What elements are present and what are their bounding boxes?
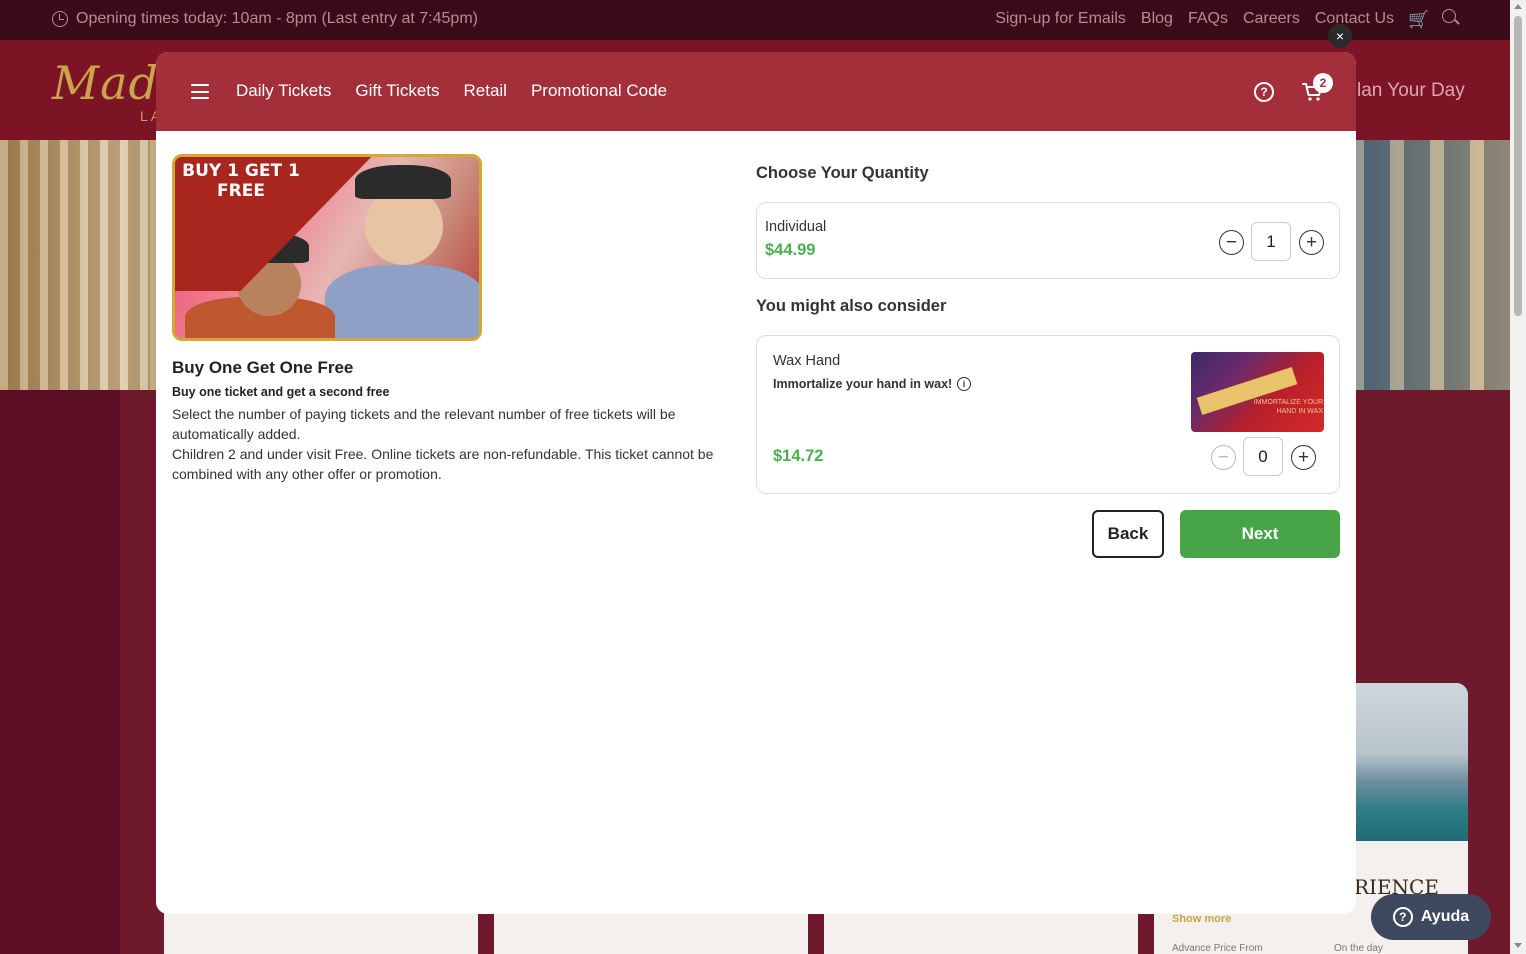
image-figure-suit (325, 265, 479, 338)
scroll-up-arrow-icon[interactable] (1514, 4, 1522, 9)
upsell-card-wax-hand: Wax Hand Immortalize your hand in wax! i… (756, 335, 1340, 494)
opening-hours-text: Opening times today: 10am - 8pm (Last en… (76, 10, 478, 27)
page-scrollbar[interactable] (1510, 0, 1526, 954)
offer-title: Buy One Get One Free (172, 358, 354, 377)
help-question-icon[interactable]: ? (1254, 82, 1274, 102)
upsell-description: Immortalize your hand in wax! (773, 377, 953, 391)
increment-upsell-button[interactable]: + (1291, 445, 1316, 470)
upsell-price: $14.72 (773, 447, 824, 465)
scroll-down-arrow-icon[interactable] (1514, 943, 1522, 948)
site-search-icon[interactable] (1442, 9, 1456, 23)
on-the-day-label: On the day (1334, 943, 1383, 954)
nav-plan-your-day[interactable]: lan Your Day (1357, 80, 1465, 102)
offer-image-text: BUY 1 GET 1 FREE (182, 161, 300, 201)
decrement-ticket-button[interactable]: − (1219, 230, 1244, 255)
ticket-type-label: Individual (765, 219, 827, 235)
decrement-upsell-button[interactable]: − (1211, 445, 1236, 470)
top-info-bar: Opening times today: 10am - 8pm (Last en… (0, 0, 1510, 40)
nav-gift-tickets[interactable]: Gift Tickets (355, 81, 439, 101)
upsell-heading: You might also consider (756, 297, 947, 315)
link-signup-emails[interactable]: Sign-up for Emails (995, 10, 1126, 28)
offer-image: BUY 1 GET 1 FREE (172, 154, 482, 341)
close-modal-button[interactable]: × (1328, 24, 1352, 48)
offer-description-2: Children 2 and under visit Free. Online … (172, 446, 714, 482)
cart-count-badge: 2 (1313, 73, 1333, 93)
help-chat-label: Ayuda (1420, 908, 1470, 925)
image-figure-hat (355, 165, 451, 199)
info-icon[interactable]: i (957, 377, 971, 391)
wax-hand-image-text: IMMORTALIZE YOUR HAND IN WAX (1253, 399, 1323, 415)
help-chat-button[interactable]: ? Ayuda (1371, 894, 1491, 940)
modal-header: Daily Tickets Gift Tickets Retail Promot… (156, 52, 1356, 131)
ticket-modal: Daily Tickets Gift Tickets Retail Promot… (156, 52, 1356, 914)
modal-nav: Daily Tickets Gift Tickets Retail Promot… (236, 81, 667, 101)
offer-description: Select the number of paying tickets and … (172, 404, 722, 484)
wax-hand-image: IMMORTALIZE YOUR HAND IN WAX (1191, 352, 1324, 432)
ticket-quantity-input[interactable]: 1 (1251, 222, 1291, 261)
ticket-price: $44.99 (765, 241, 816, 259)
back-button[interactable]: Back (1092, 510, 1164, 558)
nav-retail[interactable]: Retail (464, 81, 507, 101)
hamburger-menu-icon[interactable] (191, 84, 209, 99)
link-careers[interactable]: Careers (1243, 10, 1300, 28)
ticket-quantity-card: Individual $44.99 − 1 + (756, 202, 1340, 279)
question-icon: ? (1392, 907, 1413, 927)
offer-subtitle: Buy one ticket and get a second free (172, 385, 390, 399)
nav-promotional-code[interactable]: Promotional Code (531, 81, 667, 101)
clock-icon (52, 11, 68, 27)
scrollbar-thumb[interactable] (1514, 16, 1522, 316)
link-blog[interactable]: Blog (1141, 10, 1173, 28)
next-button[interactable]: Next (1180, 510, 1340, 558)
nav-daily-tickets[interactable]: Daily Tickets (236, 81, 331, 101)
advance-price-label: Advance Price From (1172, 943, 1263, 954)
upsell-name: Wax Hand (773, 353, 841, 369)
offer-description-1: Select the number of paying tickets and … (172, 406, 676, 442)
choose-quantity-heading: Choose Your Quantity (756, 164, 929, 182)
show-more-link[interactable]: Show more (1172, 913, 1231, 925)
link-contact-us[interactable]: Contact Us (1315, 10, 1394, 28)
opening-hours: Opening times today: 10am - 8pm (Last en… (52, 10, 478, 28)
upsell-quantity-input[interactable]: 0 (1243, 437, 1283, 476)
link-faqs[interactable]: FAQs (1188, 10, 1228, 28)
increment-ticket-button[interactable]: + (1299, 230, 1324, 255)
site-cart-icon[interactable]: 🛒 (1408, 10, 1429, 30)
